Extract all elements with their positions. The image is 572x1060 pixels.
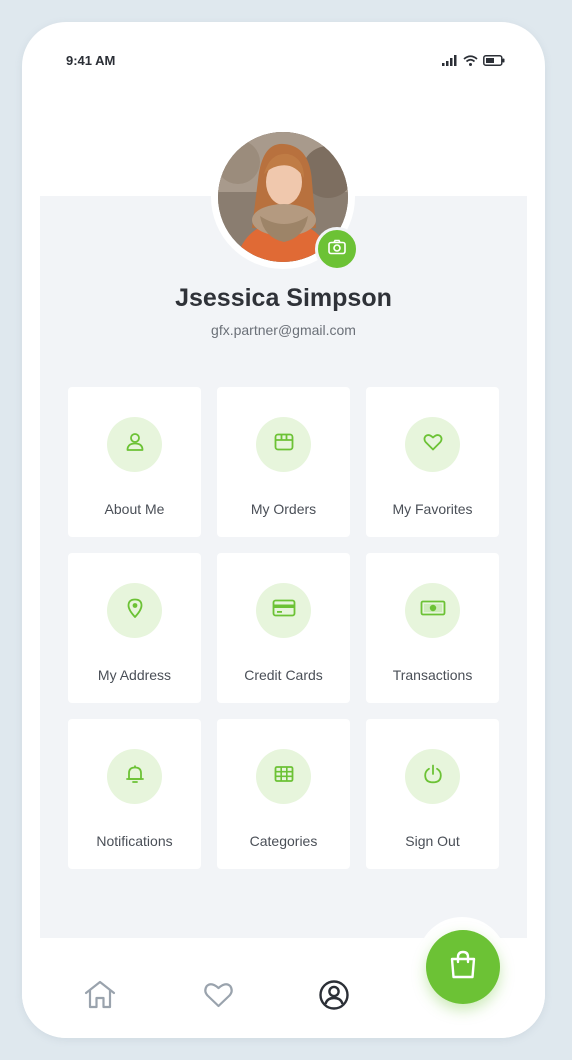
menu-tile-about-me[interactable]: About Me — [68, 387, 201, 537]
menu-tile-label: My Address — [97, 667, 172, 683]
power-icon — [422, 763, 444, 790]
bell-icon — [124, 763, 146, 790]
menu-tile-label: Credit Cards — [244, 667, 323, 683]
shopping-bag-icon — [448, 949, 478, 986]
icon-circle — [107, 583, 162, 638]
status-time: 9:41 AM — [66, 53, 116, 68]
menu-tile-notifications[interactable]: Notifications — [68, 719, 201, 869]
favorites-heart-icon[interactable] — [202, 979, 235, 1014]
grid-icon — [273, 763, 295, 790]
icon-circle — [256, 417, 311, 472]
icon-circle — [256, 749, 311, 804]
location-pin-icon — [124, 597, 146, 624]
menu-tile-my-orders[interactable]: My Orders — [217, 387, 350, 537]
menu-tile-label: Sign Out — [405, 833, 460, 849]
menu-tile-label: My Orders — [250, 501, 317, 517]
phone-screen: 9:41 AM Jsessica Simpson gfx.partner@gma… — [22, 22, 545, 1038]
signal-icon — [442, 55, 458, 66]
menu-tile-label: Notifications — [96, 833, 173, 849]
menu-tile-label: About Me — [104, 501, 165, 517]
menu-tile-label: Categories — [249, 833, 318, 849]
menu-tile-my-favorites[interactable]: My Favorites — [366, 387, 499, 537]
icon-circle — [405, 583, 460, 638]
menu-tile-transactions[interactable]: Transactions — [366, 553, 499, 703]
heart-icon — [422, 431, 444, 458]
menu-tile-label: Transactions — [392, 667, 473, 683]
battery-icon — [483, 55, 505, 66]
menu-tile-my-address[interactable]: My Address — [68, 553, 201, 703]
menu-tile-sign-out[interactable]: Sign Out — [366, 719, 499, 869]
camera-icon — [328, 239, 346, 260]
box-icon — [273, 431, 295, 458]
icon-circle — [405, 749, 460, 804]
menu-tile-categories[interactable]: Categories — [217, 719, 350, 869]
edit-photo-button[interactable] — [315, 227, 359, 271]
credit-card-icon — [272, 598, 296, 623]
profile-email: gfx.partner@gmail.com — [211, 322, 356, 338]
menu-tile-credit-cards[interactable]: Credit Cards — [217, 553, 350, 703]
icon-circle — [107, 749, 162, 804]
menu-tile-label: My Favorites — [392, 501, 473, 517]
icon-circle — [256, 583, 311, 638]
icon-circle — [107, 417, 162, 472]
user-icon — [124, 431, 146, 458]
cart-button[interactable] — [426, 930, 500, 1004]
profile-icon[interactable] — [318, 979, 350, 1016]
icon-circle — [405, 417, 460, 472]
profile-name: Jsessica Simpson — [175, 284, 392, 312]
wifi-icon — [463, 55, 478, 66]
status-icons — [442, 55, 505, 66]
banknote-icon — [420, 598, 446, 623]
home-icon[interactable] — [83, 979, 117, 1016]
